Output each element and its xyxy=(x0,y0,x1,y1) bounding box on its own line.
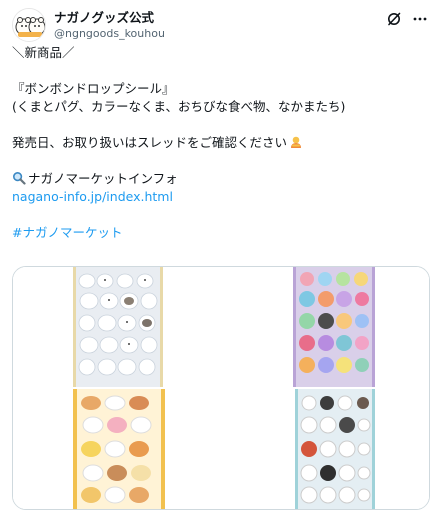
post-line-announcement: ＼新商品／ xyxy=(12,45,75,60)
post-header: ナガノグッズ公式 @ngngoods_kouhou xyxy=(12,8,429,44)
media-image-color-kuma[interactable] xyxy=(223,267,429,387)
user-handle[interactable]: @ngngoods_kouhou xyxy=(54,26,165,41)
grok-icon[interactable] xyxy=(385,10,403,28)
media-image-food[interactable] xyxy=(13,389,221,509)
post-line-variants: (くまとパグ、カラーなくま、おちびな食べ物、なかまたち) xyxy=(12,99,346,114)
media-image-friends[interactable] xyxy=(223,389,429,509)
post-line-product: 『ボンボンドロップシール』 xyxy=(12,81,175,96)
magnifier-icon xyxy=(12,171,26,185)
bowing-person-icon xyxy=(291,136,302,148)
post-line-info: ナガノマーケットインフォ xyxy=(12,170,429,188)
media-grid xyxy=(12,266,430,510)
hashtag-link[interactable]: #ナガノマーケット xyxy=(12,224,429,242)
post-link[interactable]: nagano-info.jp/index.html xyxy=(12,188,429,206)
display-name[interactable]: ナガノグッズ公式 xyxy=(54,9,165,26)
avatar-illustration xyxy=(13,9,45,41)
more-icon[interactable] xyxy=(411,10,429,28)
avatar[interactable] xyxy=(12,8,46,42)
post-release-text: 発売日、お取り扱いはスレッドをご確認ください xyxy=(12,135,288,150)
post-info-text: ナガノマーケットインフォ xyxy=(28,171,178,186)
post-text: ＼新商品／ 『ボンボンドロップシール』 (くまとパグ、カラーなくま、おちびな食べ… xyxy=(12,44,429,242)
media-image-kuma-pug[interactable] xyxy=(13,267,221,387)
post-line-release: 発売日、お取り扱いはスレッドをご確認ください xyxy=(12,134,429,152)
